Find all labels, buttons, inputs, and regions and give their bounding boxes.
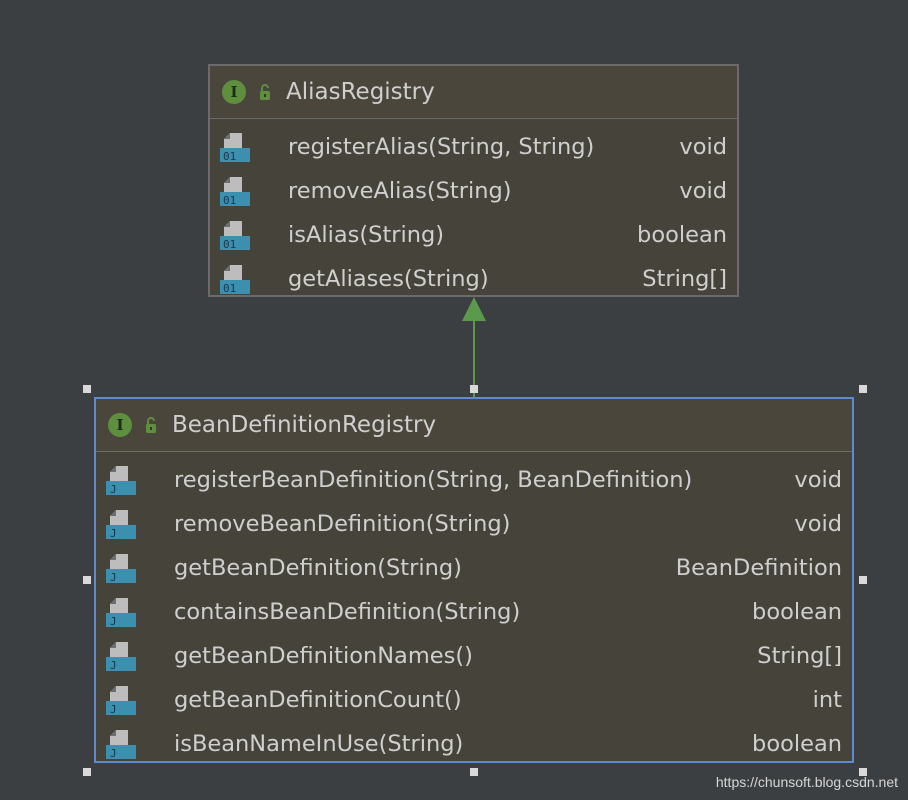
method-row[interactable]: 01 getAliases(String) String[] (210, 257, 737, 301)
method-row[interactable]: JisBeanNameInUse(String) boolean (96, 722, 852, 766)
method-row[interactable]: 01 removeAlias(String) void (210, 169, 737, 213)
interface-icon: I (108, 413, 132, 437)
alias-registry-header: I AliasRegistry (210, 66, 737, 119)
resize-handle-bottom-left[interactable] (83, 768, 91, 776)
alias-registry-title: AliasRegistry (286, 79, 435, 105)
method-java-icon: J (106, 642, 136, 672)
method-java-icon: J (106, 686, 136, 716)
method-name: getBeanDefinitionNames() (174, 643, 473, 669)
svg-text:J: J (110, 571, 117, 584)
svg-text:01: 01 (223, 238, 236, 251)
method-row[interactable]: JremoveBeanDefinition(String) void (96, 502, 852, 546)
public-lock-icon (260, 84, 270, 100)
method-return-type: boolean (752, 731, 842, 757)
method-return-type: void (794, 467, 842, 493)
interface-icon: I (222, 80, 246, 104)
method-return-type: int (812, 687, 842, 713)
method-name: removeAlias(String) (288, 178, 512, 204)
svg-text:J: J (110, 527, 117, 540)
public-lock-icon (146, 417, 156, 433)
method-row[interactable]: JgetBeanDefinition(String) BeanDefinition (96, 546, 852, 590)
method-name: containsBeanDefinition(String) (174, 599, 521, 625)
method-binary-icon: 01 (220, 177, 250, 207)
resize-handle-middle-right[interactable] (859, 576, 867, 584)
svg-text:J: J (110, 483, 117, 496)
svg-text:01: 01 (223, 282, 236, 295)
method-name: registerAlias(String, String) (288, 134, 595, 160)
method-name: getBeanDefinitionCount() (174, 687, 462, 713)
method-return-type: void (794, 511, 842, 537)
watermark: https://chunsoft.blog.csdn.net (715, 774, 898, 790)
method-return-type: String[] (757, 643, 842, 669)
bean-definition-registry-header: I BeanDefinitionRegistry (96, 399, 852, 452)
method-return-type: boolean (637, 222, 727, 248)
method-row[interactable]: 01 registerAlias(String, String) void (210, 125, 737, 169)
method-java-icon: J (106, 466, 136, 496)
method-java-icon: J (106, 598, 136, 628)
method-java-icon: J (106, 554, 136, 584)
method-row[interactable]: JcontainsBeanDefinition(String) boolean (96, 590, 852, 634)
method-name: getAliases(String) (288, 266, 489, 292)
method-name: registerBeanDefinition(String, BeanDefin… (174, 467, 693, 493)
method-return-type: BeanDefinition (675, 555, 842, 581)
method-return-type: boolean (752, 599, 842, 625)
resize-handle-top-right[interactable] (859, 385, 867, 393)
method-row[interactable]: JgetBeanDefinitionNames() String[] (96, 634, 852, 678)
method-java-icon: J (106, 510, 136, 540)
method-binary-icon: 01 (220, 133, 250, 163)
method-name: isAlias(String) (288, 222, 445, 248)
method-row[interactable]: JgetBeanDefinitionCount() int (96, 678, 852, 722)
resize-handle-bottom-center[interactable] (470, 768, 478, 776)
bean-definition-registry-methods: JregisterBeanDefinition(String, BeanDefi… (96, 452, 852, 766)
method-row[interactable]: 01 isAlias(String) boolean (210, 213, 737, 257)
method-name: getBeanDefinition(String) (174, 555, 462, 581)
method-java-icon: J (106, 730, 136, 760)
method-name: removeBeanDefinition(String) (174, 511, 511, 537)
svg-text:01: 01 (223, 194, 236, 207)
svg-text:J: J (110, 615, 117, 628)
resize-handle-top-left[interactable] (83, 385, 91, 393)
bean-definition-registry-title: BeanDefinitionRegistry (172, 412, 437, 438)
alias-registry-node[interactable]: I AliasRegistry 01 registerAlias(String, … (208, 64, 739, 297)
method-return-type: void (679, 134, 727, 160)
resize-handle-middle-left[interactable] (83, 576, 91, 584)
resize-handle-top-center[interactable] (470, 385, 478, 393)
method-return-type: void (679, 178, 727, 204)
method-binary-icon: 01 (220, 221, 250, 251)
method-return-type: String[] (642, 266, 727, 292)
method-row[interactable]: JregisterBeanDefinition(String, BeanDefi… (96, 458, 852, 502)
method-binary-icon: 01 (220, 265, 250, 295)
svg-text:J: J (110, 659, 117, 672)
bean-definition-registry-node[interactable]: I BeanDefinitionRegistry JregisterBeanDe… (94, 397, 854, 763)
svg-text:01: 01 (223, 150, 236, 163)
svg-text:J: J (110, 703, 117, 716)
method-name: isBeanNameInUse(String) (174, 731, 464, 757)
svg-text:J: J (110, 747, 117, 760)
alias-registry-methods: 01 registerAlias(String, String) void 01 rem… (210, 119, 737, 301)
